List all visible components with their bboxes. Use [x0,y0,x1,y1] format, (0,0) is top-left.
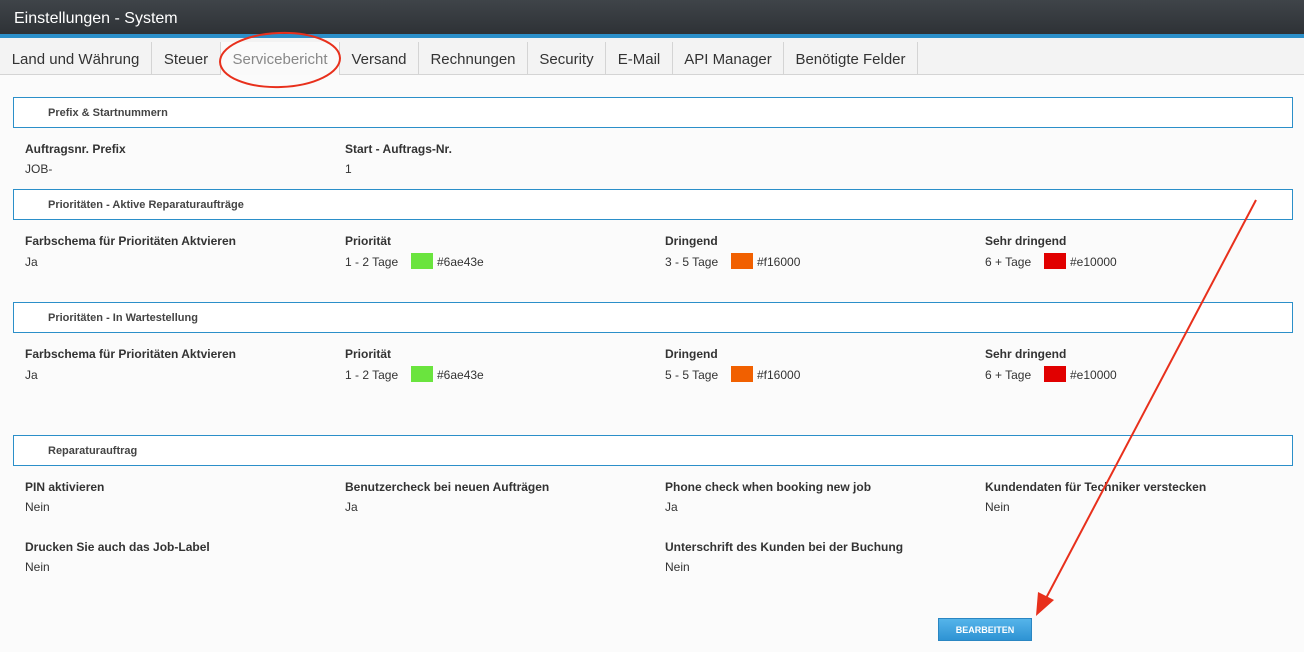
customer-signature-label: Unterschrift des Kunden bei der Buchung [665,540,904,554]
tab-rechnungen[interactable]: Rechnungen [419,42,528,75]
section-header-active-priorities: Prioritäten - Aktive Reparaturaufträge [13,189,1293,220]
section-header-prefix: Prefix & Startnummern [13,97,1293,128]
pin-label: PIN aktivieren [25,480,105,494]
start-number-value: 1 [345,162,352,176]
waiting-priority-color-swatch [411,366,433,382]
waiting-urgent-days: 5 - 5 Tage [665,368,719,382]
phonecheck-value: Ja [665,500,678,514]
active-urgent-color-swatch [731,253,753,269]
active-priority-color-text: #6ae43e [437,255,484,269]
tab-benoetigte-felder[interactable]: Benötigte Felder [784,42,918,75]
waiting-priority-days: 1 - 2 Tage [345,368,399,382]
active-scheme-value: Ja [25,255,38,269]
active-priority-days: 1 - 2 Tage [345,255,399,269]
waiting-urgent-color-swatch [731,366,753,382]
waiting-very-urgent-color-text: #e10000 [1070,368,1117,382]
section-header-waiting-priorities: Prioritäten - In Wartestellung [13,302,1293,333]
hide-customer-value: Nein [985,500,1010,514]
tab-email[interactable]: E-Mail [606,42,673,75]
phonecheck-label: Phone check when booking new job [665,480,872,494]
tab-land-und-waehrung[interactable]: Land und Währung [0,42,152,75]
prefix-label: Auftragsnr. Prefix [25,142,126,156]
tab-servicebericht[interactable]: Servicebericht [221,42,340,75]
waiting-priority-color-text: #6ae43e [437,368,484,382]
active-very-urgent-label: Sehr dringend [985,234,1067,248]
active-very-urgent-days: 6 + Tage [985,255,1032,269]
waiting-very-urgent-label: Sehr dringend [985,347,1067,361]
tab-versand[interactable]: Versand [340,42,419,75]
tab-bar: Land und Währung Steuer Servicebericht V… [0,38,1304,75]
active-scheme-label: Farbschema für Prioritäten Aktvieren [25,234,236,248]
pin-value: Nein [25,500,50,514]
active-very-urgent-color-swatch [1044,253,1066,269]
hide-customer-label: Kundendaten für Techniker verstecken [985,480,1207,494]
active-very-urgent-color-text: #e10000 [1070,255,1117,269]
waiting-urgent-color-text: #f16000 [757,368,801,382]
print-job-label-value: Nein [25,560,50,574]
tab-steuer[interactable]: Steuer [152,42,221,75]
waiting-urgent-label: Dringend [665,347,718,361]
usercheck-value: Ja [345,500,358,514]
tab-security[interactable]: Security [528,42,606,75]
print-job-label-label: Drucken Sie auch das Job-Label [25,540,210,554]
start-number-label: Start - Auftrags-Nr. [345,142,452,156]
window-title: Einstellungen - System [0,0,1304,38]
tab-api-manager[interactable]: API Manager [673,42,784,75]
edit-button[interactable]: BEARBEITEN [938,618,1032,641]
waiting-scheme-label: Farbschema für Prioritäten Aktvieren [25,347,236,361]
usercheck-label: Benutzercheck bei neuen Aufträgen [345,480,550,494]
prefix-value: JOB- [25,162,53,176]
waiting-priority-label: Priorität [345,347,392,361]
waiting-very-urgent-days: 6 + Tage [985,368,1032,382]
active-urgent-color-text: #f16000 [757,255,801,269]
active-priority-color-swatch [411,253,433,269]
waiting-very-urgent-color-swatch [1044,366,1066,382]
active-priority-label: Priorität [345,234,392,248]
active-urgent-label: Dringend [665,234,718,248]
settings-panel [0,75,1304,652]
active-urgent-days: 3 - 5 Tage [665,255,719,269]
customer-signature-value: Nein [665,560,690,574]
waiting-scheme-value: Ja [25,368,38,382]
section-header-repair-order: Reparaturauftrag [13,435,1293,466]
